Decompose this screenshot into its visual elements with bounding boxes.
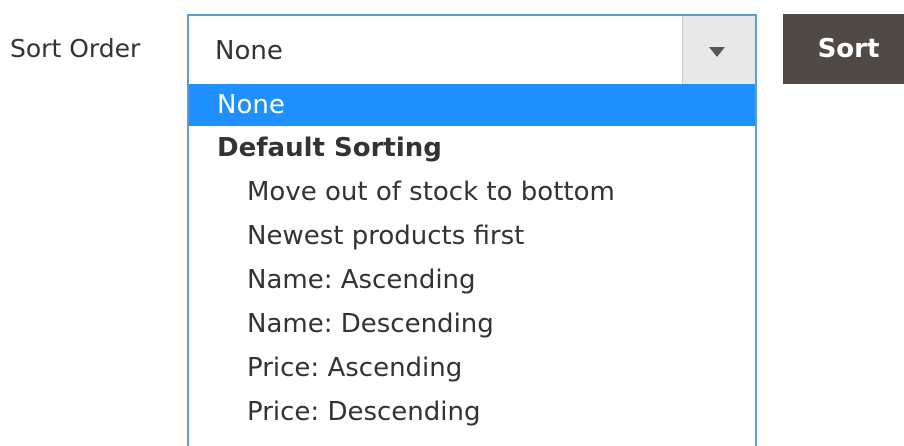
option-move-out-of-stock[interactable]: Move out of stock to bottom [189, 170, 755, 214]
sort-order-label: Sort Order [10, 34, 141, 63]
sort-button[interactable]: Sort [783, 14, 904, 84]
option-name-descending[interactable]: Name: Descending [189, 302, 755, 346]
select-current-value: None [215, 36, 283, 66]
sort-order-panel: Sort Order None None Default Sorting Mov… [0, 0, 904, 446]
optgroup-default-sorting: Default Sorting [217, 133, 442, 163]
option-name-ascending[interactable]: Name: Ascending [189, 258, 755, 302]
sort-order-select[interactable]: None [187, 14, 757, 84]
option-newest-first[interactable]: Newest products first [189, 214, 755, 258]
option-none[interactable]: None [189, 84, 755, 126]
option-price-ascending[interactable]: Price: Ascending [189, 346, 755, 390]
option-price-descending[interactable]: Price: Descending [189, 390, 755, 434]
chevron-down-icon [709, 47, 725, 57]
sort-order-dropdown: None Default Sorting Move out of stock t… [187, 84, 757, 446]
select-toggle[interactable] [682, 16, 755, 84]
